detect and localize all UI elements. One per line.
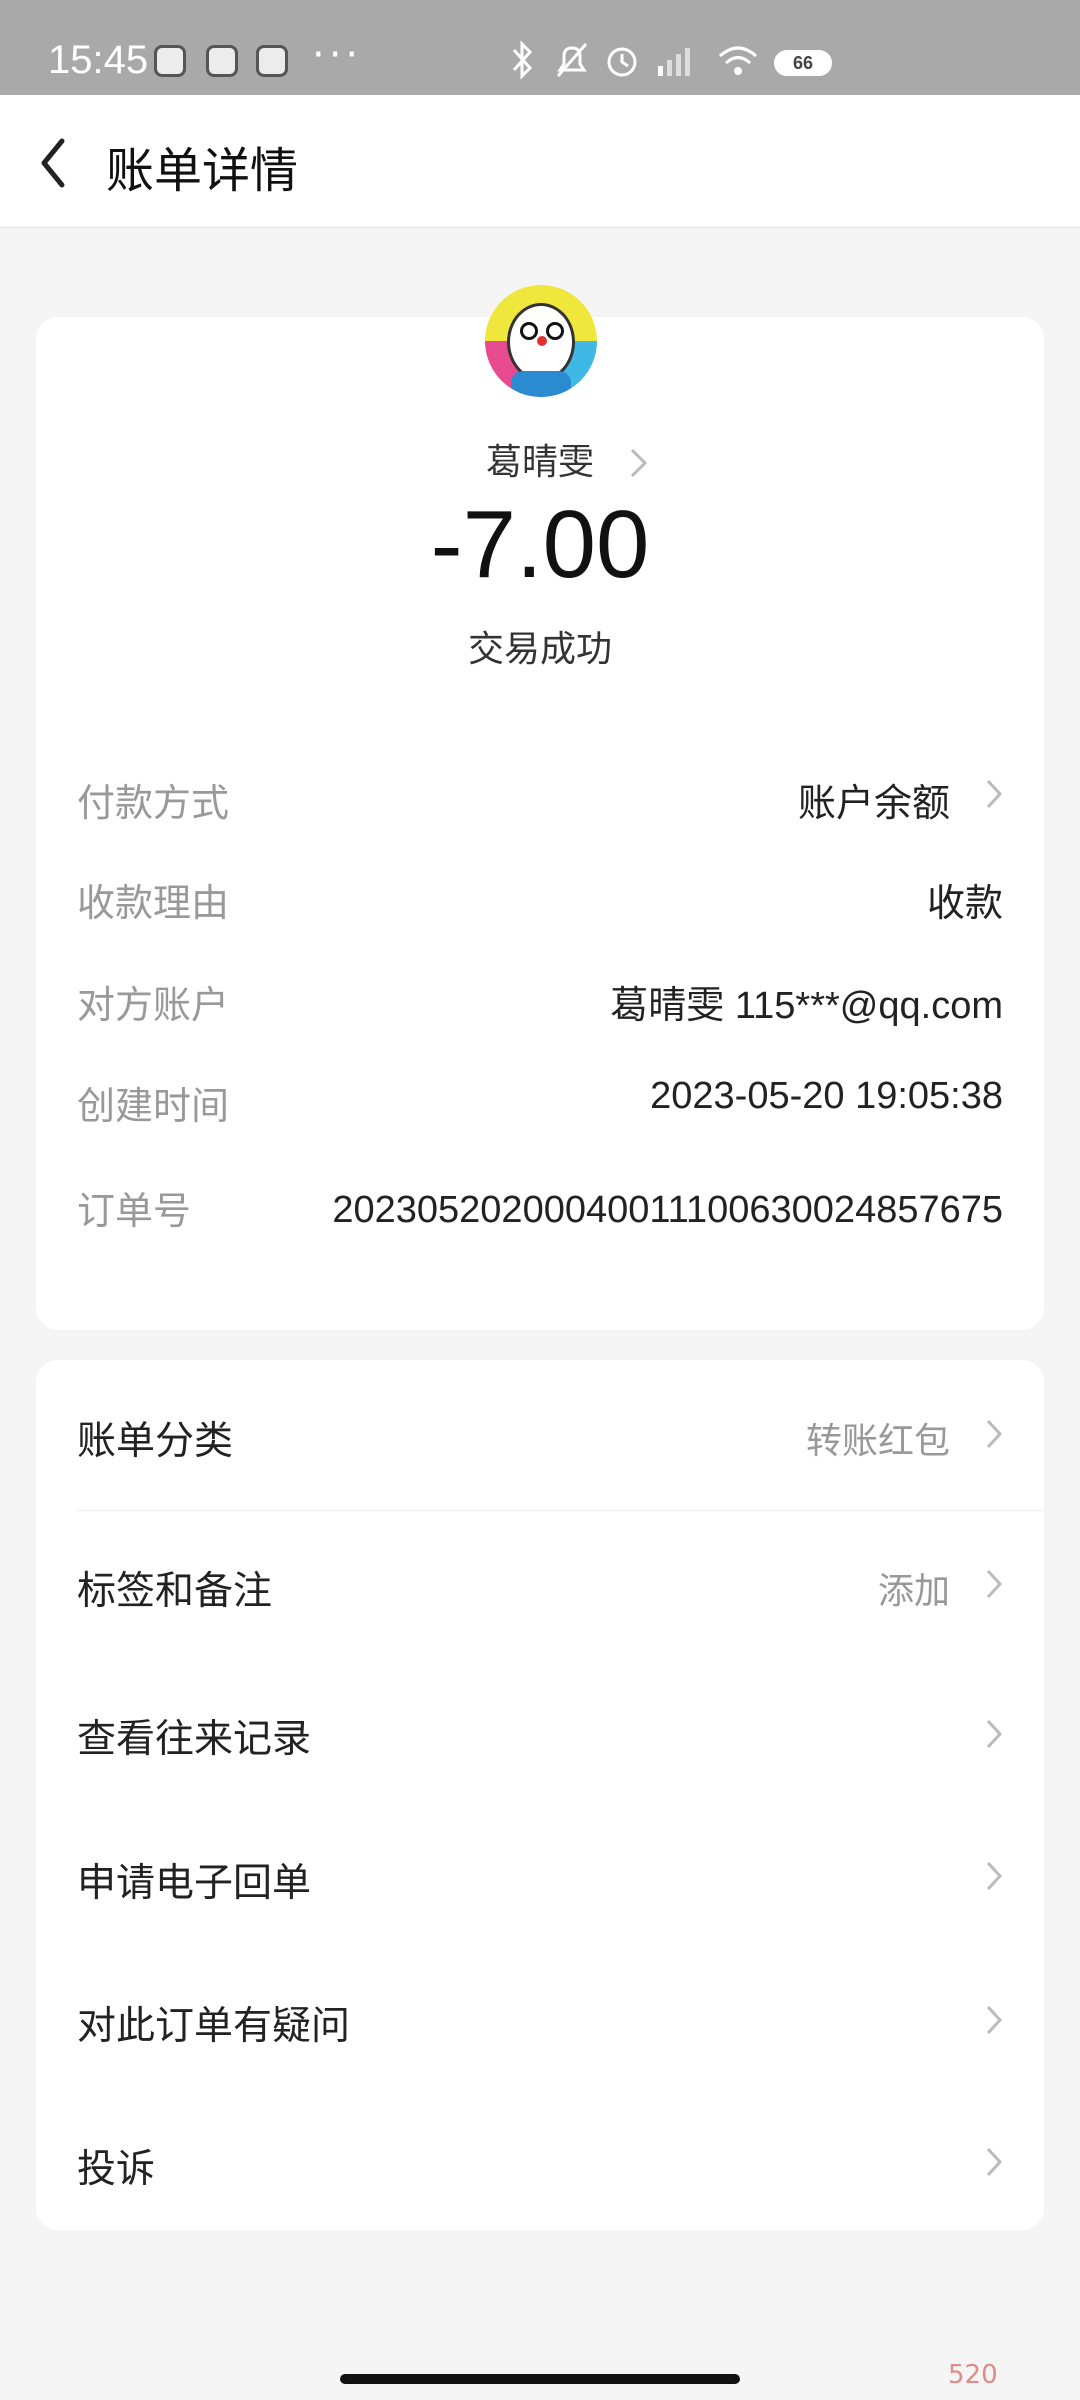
- status-time: 15:45: [48, 38, 149, 82]
- silent-icon: [552, 40, 592, 89]
- page-title: 账单详情: [106, 143, 299, 199]
- status-bar: 15:45 ··· 66: [0, 0, 1080, 95]
- complaint-item[interactable]: 投诉: [77, 2138, 155, 2194]
- chevron-right-icon[interactable]: [985, 1718, 1003, 1750]
- chevron-right-icon[interactable]: [985, 1568, 1003, 1600]
- order-question-item[interactable]: 对此订单有疑问: [77, 1995, 350, 2051]
- battery-icon: 66: [774, 50, 832, 76]
- avatar[interactable]: [485, 285, 597, 397]
- avatar-eye: [546, 322, 564, 340]
- avatar-eye: [520, 322, 538, 340]
- tags-notes-value[interactable]: 添加: [878, 1562, 950, 1614]
- home-indicator[interactable]: [340, 2374, 740, 2384]
- transaction-history-item[interactable]: 查看往来记录: [77, 1708, 311, 1764]
- wifi-icon: [716, 40, 760, 89]
- payment-reason-label: 收款理由: [77, 881, 230, 925]
- payment-method-label: 付款方式: [77, 781, 230, 825]
- chevron-right-icon[interactable]: [985, 778, 1003, 810]
- chevron-right-icon[interactable]: [985, 1860, 1003, 1892]
- watermark-logo: 520: [948, 2360, 998, 2390]
- chevron-right-icon[interactable]: [628, 446, 650, 480]
- bill-category-value[interactable]: 转账红包: [806, 1412, 950, 1464]
- created-time-value: 2023-05-20 19:05:38: [650, 1075, 1003, 1117]
- chevron-right-icon[interactable]: [985, 1418, 1003, 1450]
- more-notifications-icon: ···: [312, 32, 363, 78]
- notification-icon: [154, 45, 186, 77]
- bill-category-label[interactable]: 账单分类: [77, 1410, 233, 1466]
- electronic-receipt-item[interactable]: 申请电子回单: [77, 1852, 311, 1908]
- order-number-label: 订单号: [77, 1189, 192, 1233]
- order-number-value: 20230520200040011100630024857675: [332, 1189, 1003, 1231]
- chevron-right-icon[interactable]: [985, 2004, 1003, 2036]
- created-time-label: 创建时间: [77, 1084, 230, 1128]
- notification-icon: [256, 45, 288, 77]
- chevron-right-icon[interactable]: [985, 2146, 1003, 2178]
- actions-card: [36, 1360, 1044, 2230]
- avatar-body: [511, 371, 571, 397]
- avatar-nose: [537, 336, 547, 346]
- back-arrow-icon[interactable]: [32, 133, 80, 193]
- signal-icon: [654, 40, 696, 89]
- header: 账单详情: [0, 95, 1080, 228]
- notification-icon: [206, 45, 238, 77]
- counterparty-account-label: 对方账户: [77, 983, 230, 1027]
- alarm-icon: [602, 40, 642, 89]
- payment-reason-value: 收款: [926, 881, 1003, 925]
- bluetooth-icon: [510, 40, 534, 89]
- payee-name[interactable]: 葛晴雯: [0, 433, 1080, 485]
- transaction-status: 交易成功: [467, 629, 612, 670]
- divider: [77, 1510, 1044, 1511]
- payment-method-value[interactable]: 账户余额: [798, 772, 950, 827]
- transaction-amount: -7.00: [430, 491, 650, 598]
- counterparty-account-value: 葛晴雯 115***@qq.com: [610, 985, 1003, 1027]
- tags-notes-label[interactable]: 标签和备注: [77, 1560, 272, 1616]
- avatar-face: [507, 303, 575, 381]
